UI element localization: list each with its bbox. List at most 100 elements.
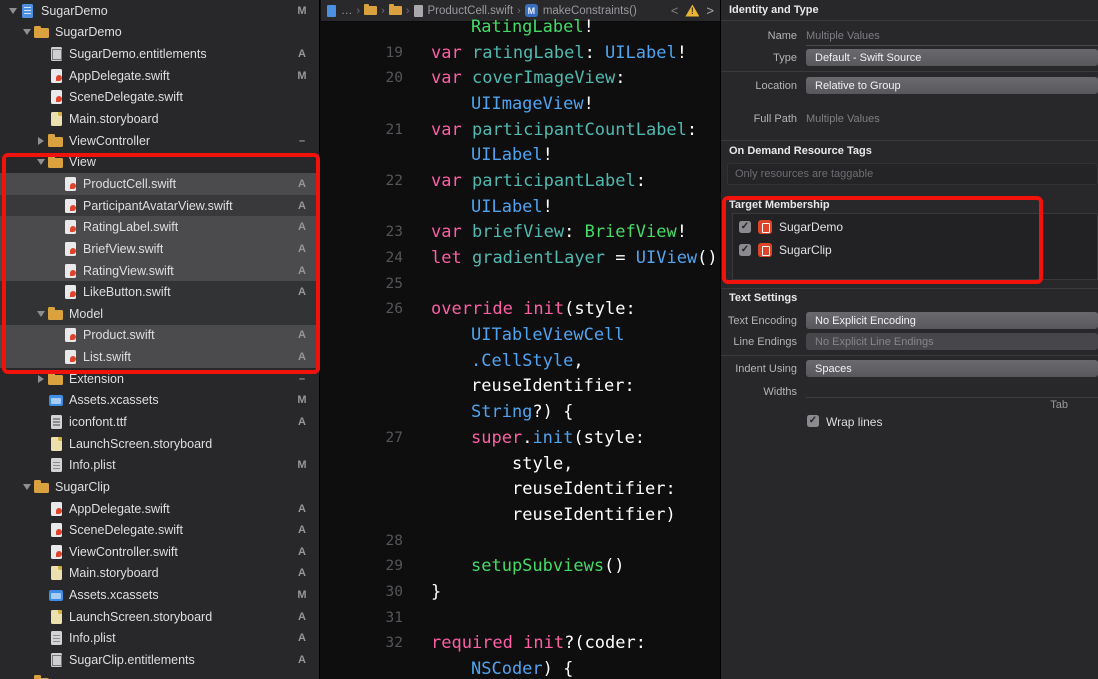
code-line[interactable]: 24 let gradientLayer = UIView(): [321, 245, 720, 271]
tree-item[interactable]: Main.storyboard A: [0, 563, 319, 585]
code-line[interactable]: 20 var coverImageView:: [321, 65, 720, 91]
tree-item-label: SugarClip.entitlements: [69, 653, 195, 668]
code-line[interactable]: NSCoder) {: [321, 656, 720, 679]
code-line[interactable]: 29 setupSubviews(): [321, 553, 720, 579]
source-editor[interactable]: … › › › ProductCell.swift › M makeConstr…: [321, 0, 720, 679]
tree-item[interactable]: LikeButton.swift A: [0, 281, 319, 303]
tree-item[interactable]: Main.storyboard: [0, 108, 319, 130]
code-line[interactable]: UILabel!: [321, 142, 720, 168]
code-line[interactable]: UITableViewCell: [321, 322, 720, 348]
status-badge: M: [297, 394, 307, 407]
tree-item[interactable]: ProductCell.swift A: [0, 173, 319, 195]
project-navigator[interactable]: SugarDemo M SugarDemo SugarDemo.entitlement…: [0, 0, 320, 679]
tree-item[interactable]: LaunchScreen.storyboard: [0, 433, 319, 455]
disclosure-right-icon[interactable]: [34, 136, 48, 145]
tree-item[interactable]: LaunchScreen.storyboard A: [0, 606, 319, 628]
membership-checkbox[interactable]: ✓: [739, 244, 751, 256]
code-line[interactable]: UILabel!: [321, 194, 720, 220]
disclosure-down-icon[interactable]: [20, 29, 34, 36]
code-line[interactable]: 25: [321, 271, 720, 297]
disclosure-down-icon[interactable]: [20, 483, 34, 490]
tree-item[interactable]: [0, 671, 319, 679]
folder-icon[interactable]: [364, 4, 378, 15]
breadcrumb-file[interactable]: ProductCell.swift: [428, 5, 514, 17]
code-line[interactable]: reuseIdentifier): [321, 502, 720, 528]
issue-back-button[interactable]: <: [671, 3, 679, 18]
widths-field[interactable]: [806, 397, 1098, 398]
tree-item[interactable]: Assets.xcassets M: [0, 584, 319, 606]
type-label: Type: [773, 52, 797, 64]
code-line[interactable]: reuseIdentifier:: [321, 374, 720, 400]
name-field[interactable]: Multiple Values: [806, 30, 880, 42]
tree-item[interactable]: AppDelegate.swift M: [0, 65, 319, 87]
tree-item[interactable]: AppDelegate.swift A: [0, 498, 319, 520]
code-line[interactable]: RatingLabel!: [321, 14, 720, 40]
code-line[interactable]: 23 var briefView: BriefView!: [321, 220, 720, 246]
tree-item[interactable]: ParticipantAvatarView.swift A: [0, 194, 319, 217]
tree-item[interactable]: RatingView.swift A: [0, 259, 319, 282]
tree-item[interactable]: SugarDemo: [0, 22, 319, 44]
code-line[interactable]: 26 override init(style:: [321, 297, 720, 323]
code-line[interactable]: 30}: [321, 579, 720, 605]
code-text: setupSubviews(): [471, 556, 625, 577]
tree-item[interactable]: SugarClip.entitlements A: [0, 649, 319, 671]
code-line[interactable]: String?) {: [321, 399, 720, 425]
indent-using-dropdown[interactable]: Spaces: [806, 360, 1098, 377]
issue-forward-button[interactable]: >: [706, 3, 714, 18]
tree-item[interactable]: View: [0, 151, 319, 173]
wrap-lines-label: Wrap lines: [826, 415, 883, 429]
disclosure-down-icon[interactable]: [34, 310, 48, 317]
swift-icon: [48, 68, 64, 84]
tree-item[interactable]: Extension –: [0, 368, 319, 390]
related-items-icon[interactable]: [327, 4, 336, 17]
location-dropdown[interactable]: Relative to Group: [806, 77, 1098, 94]
tree-item[interactable]: List.swift A: [0, 346, 319, 368]
tree-item[interactable]: Info.plist M: [0, 454, 319, 476]
tree-item[interactable]: SugarDemo M: [0, 0, 319, 22]
tree-item[interactable]: RatingLabel.swift A: [0, 216, 319, 239]
tree-item[interactable]: SugarClip: [0, 476, 319, 498]
tree-item[interactable]: SceneDelegate.swift A: [0, 519, 319, 541]
tree-item[interactable]: BriefView.swift A: [0, 238, 319, 260]
status-badge: A: [298, 415, 306, 428]
breadcrumb-symbol[interactable]: makeConstraints(): [543, 5, 637, 17]
line-number: 22: [385, 172, 403, 189]
tree-item[interactable]: Assets.xcassets M: [0, 390, 319, 412]
wrap-lines-checkbox[interactable]: ✓: [807, 415, 819, 427]
tree-item[interactable]: Info.plist A: [0, 628, 319, 650]
code-line[interactable]: 27 super.init(style:: [321, 425, 720, 451]
disclosure-right-icon[interactable]: [34, 374, 48, 383]
membership-checkbox[interactable]: ✓: [739, 221, 751, 233]
tree-item[interactable]: SugarDemo.entitlements A: [0, 43, 319, 65]
target-membership-row[interactable]: ✓ SugarDemo: [733, 217, 1097, 237]
code-line[interactable]: 21 var participantCountLabel:: [321, 117, 720, 143]
code-line[interactable]: .CellStyle,: [321, 348, 720, 374]
target-membership-row[interactable]: ✓ SugarClip: [733, 240, 1097, 260]
code-line[interactable]: style,: [321, 451, 720, 477]
type-dropdown[interactable]: Default - Swift Source: [806, 49, 1098, 66]
target-membership-list[interactable]: ✓ SugarDemo ✓ SugarClip: [732, 213, 1098, 280]
tree-item[interactable]: SceneDelegate.swift: [0, 87, 319, 109]
disclosure-down-icon[interactable]: [34, 159, 48, 166]
tree-item[interactable]: Model: [0, 302, 319, 325]
entitlements-icon: [48, 46, 64, 62]
code-line[interactable]: reuseIdentifier:: [321, 476, 720, 502]
code-line[interactable]: 19 var ratingLabel: UILabel!: [321, 40, 720, 66]
code-line[interactable]: 28: [321, 528, 720, 554]
disclosure-down-icon[interactable]: [6, 7, 20, 14]
status-badge: M: [297, 69, 307, 82]
folder-icon[interactable]: [388, 4, 402, 15]
tree-item[interactable]: Product.swift A: [0, 324, 319, 347]
code-line[interactable]: 32 required init?(coder:: [321, 631, 720, 657]
code-line[interactable]: UIImageView!: [321, 91, 720, 117]
code-line[interactable]: 31: [321, 605, 720, 631]
tree-item[interactable]: ViewController.swift A: [0, 541, 319, 563]
warning-icon[interactable]: [685, 4, 700, 17]
code-area[interactable]: RatingLabel! 19 var ratingLabel: UILabel! 2…: [321, 14, 720, 679]
text-encoding-dropdown[interactable]: No Explicit Encoding: [806, 312, 1098, 329]
tree-item[interactable]: ViewController –: [0, 130, 319, 152]
code-line[interactable]: 22 var participantLabel:: [321, 168, 720, 194]
tree-item[interactable]: iconfont.ttf A: [0, 411, 319, 433]
code-text: reuseIdentifier:: [512, 479, 676, 500]
breadcrumb-collapsed[interactable]: …: [341, 5, 353, 17]
